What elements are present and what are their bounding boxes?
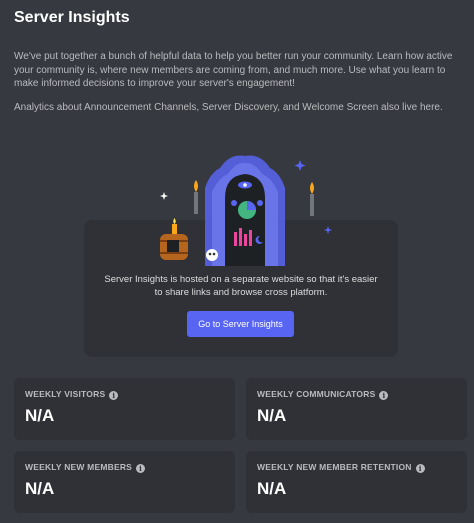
- stat-label: WEEKLY NEW MEMBER RETENTION i: [257, 462, 425, 473]
- page-title: Server Insights: [14, 9, 130, 26]
- stat-label: WEEKLY NEW MEMBERS i: [25, 462, 146, 473]
- torch-left: [194, 192, 198, 214]
- info-icon[interactable]: i: [415, 464, 425, 473]
- promo-description: Server Insights is hosted on a separate …: [104, 274, 378, 298]
- info-icon[interactable]: i: [379, 391, 389, 400]
- sparkle-icon: [294, 160, 306, 171]
- candle: [172, 224, 177, 234]
- info-icon[interactable]: i: [136, 464, 146, 473]
- stat-value: N/A: [257, 406, 287, 425]
- torch-right: [310, 194, 314, 216]
- stat-value: N/A: [257, 479, 287, 498]
- skull: [206, 249, 218, 261]
- stat-label: WEEKLY COMMUNICATORS i: [257, 389, 389, 400]
- bar-chart-icon: [234, 232, 237, 246]
- intro-paragraph: We've put together a bunch of helpful da…: [14, 51, 453, 89]
- info-icon[interactable]: i: [109, 391, 119, 400]
- stat-card-weekly-new-members: WEEKLY NEW MEMBERS i N/A: [14, 451, 235, 513]
- intro-paragraph-secondary: Analytics about Announcement Channels, S…: [14, 102, 443, 113]
- go-to-server-insights-button[interactable]: Go to Server Insights: [187, 311, 294, 337]
- stat-card-weekly-communicators: WEEKLY COMMUNICATORS i N/A: [246, 378, 467, 440]
- stat-card-weekly-visitors: WEEKLY VISITORS i N/A: [14, 378, 235, 440]
- stat-value: N/A: [25, 479, 55, 498]
- insights-illustration: [160, 155, 332, 266]
- stat-label: WEEKLY VISITORS i: [25, 389, 119, 400]
- stat-card-weekly-new-member-retention: WEEKLY NEW MEMBER RETENTION i N/A: [246, 451, 467, 513]
- stat-value: N/A: [25, 406, 55, 425]
